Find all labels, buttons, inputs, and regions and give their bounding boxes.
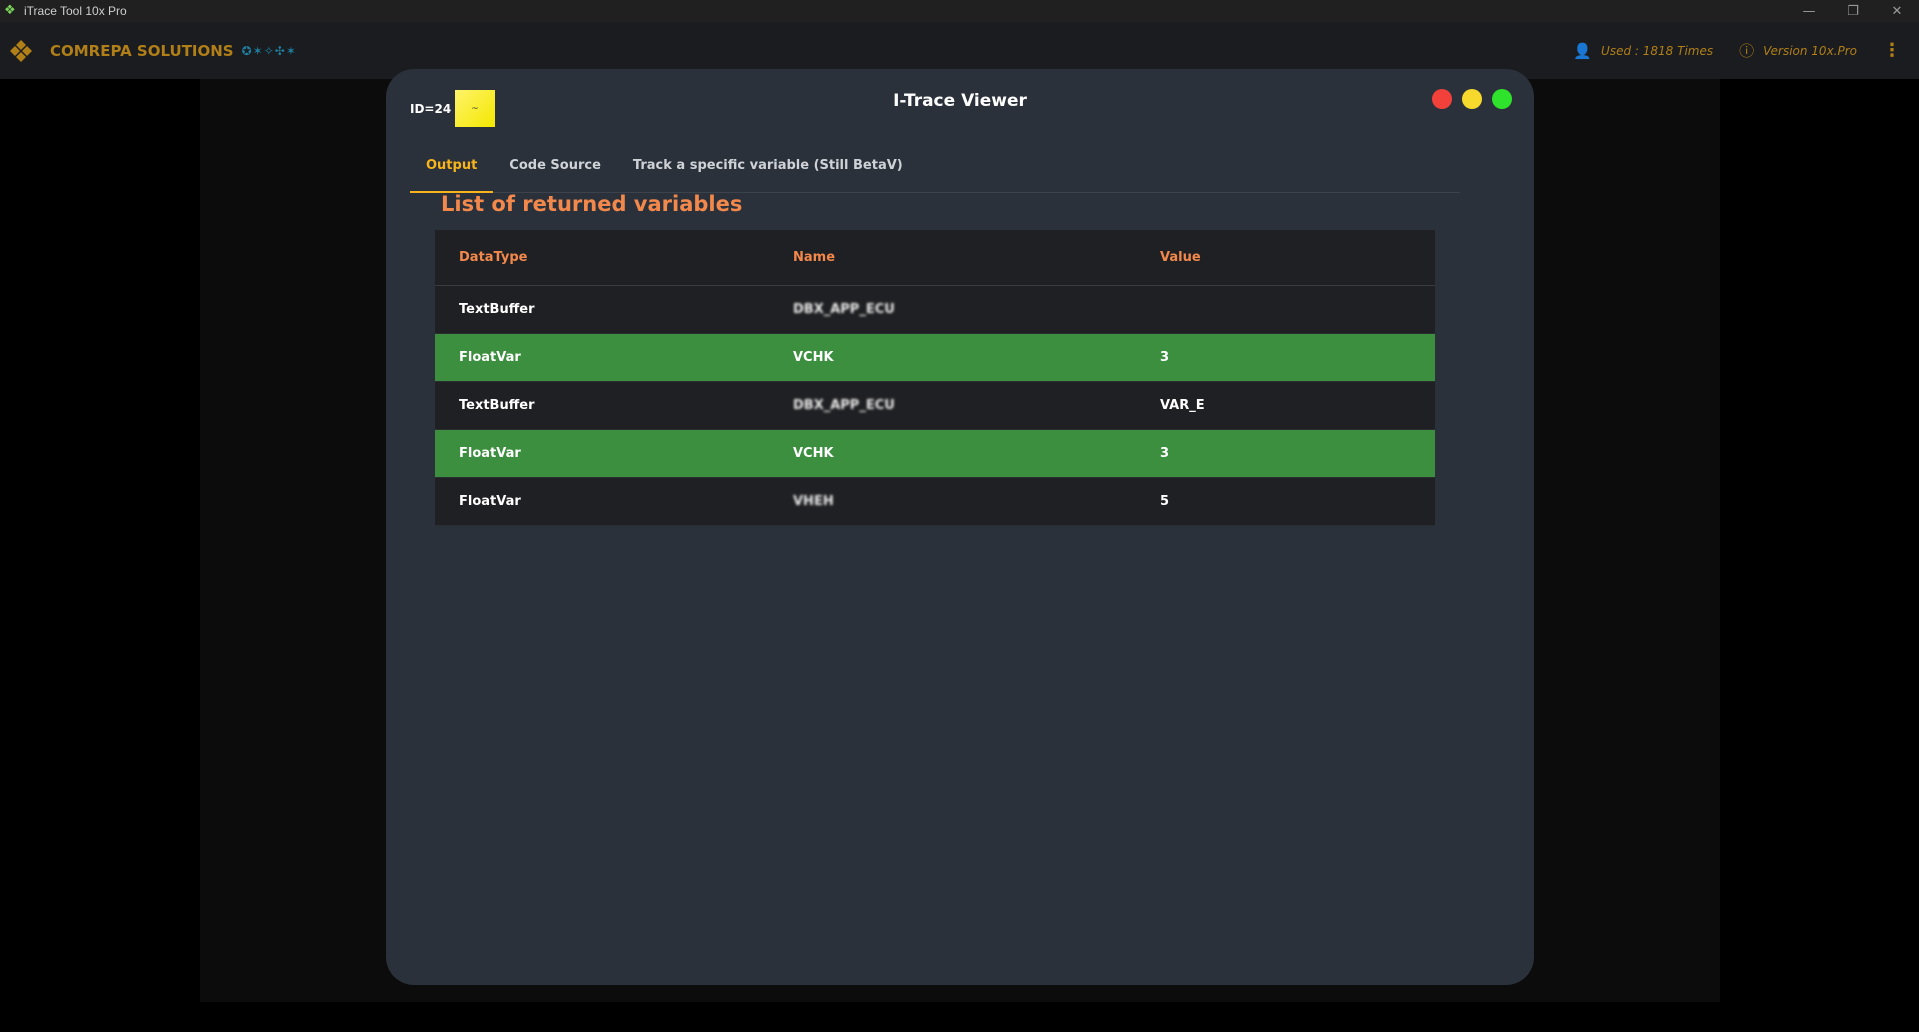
table-row[interactable]: TextBuffer DBX_APP_ECU VAR_E xyxy=(435,382,1435,430)
info-icon: ⓘ xyxy=(1739,42,1755,60)
minimize-button[interactable]: — xyxy=(1787,0,1831,22)
cell-datatype: FloatVar xyxy=(459,494,521,509)
table-row[interactable]: FloatVar VHEH 5 xyxy=(435,478,1435,526)
restore-button[interactable]: ❐ xyxy=(1831,0,1875,22)
cell-name: VHEH xyxy=(793,494,834,509)
window-controls: — ❐ ✕ xyxy=(1787,0,1919,22)
cell-datatype: FloatVar xyxy=(459,446,521,461)
viewer-title: I-Trace Viewer xyxy=(893,91,1027,111)
variables-table: DataType Name Value TextBuffer DBX_APP_E… xyxy=(435,230,1435,526)
brand-logo-icon xyxy=(10,39,32,62)
column-header-datatype[interactable]: DataType xyxy=(435,250,769,265)
cell-datatype: FloatVar xyxy=(459,350,521,365)
column-header-value[interactable]: Value xyxy=(1136,250,1435,265)
window-dots xyxy=(1422,89,1512,109)
table-row[interactable]: FloatVar VCHK 3 xyxy=(435,334,1435,382)
cell-name: VCHK xyxy=(793,446,834,461)
minimize-dot-button[interactable] xyxy=(1462,89,1482,109)
close-dot-button[interactable] xyxy=(1432,89,1452,109)
more-menu-icon[interactable]: ⋮ xyxy=(1883,40,1901,61)
brand-name: COMREPA SOLUTIONS xyxy=(50,41,234,60)
cell-value: VAR_E xyxy=(1160,398,1205,413)
close-button[interactable]: ✕ xyxy=(1875,0,1919,22)
brand-stars: ✪✶✧✣✶ xyxy=(241,43,297,58)
tab-output[interactable]: Output xyxy=(410,153,494,193)
cell-value: 3 xyxy=(1160,350,1170,365)
user-icon: 👤 xyxy=(1573,41,1593,60)
version-info: ⓘ Version 10x.Pro xyxy=(1739,40,1857,61)
cell-datatype: TextBuffer xyxy=(459,302,535,317)
maximize-dot-button[interactable] xyxy=(1492,89,1512,109)
app-icon: ❖ xyxy=(4,3,16,18)
table-row[interactable]: TextBuffer DBX_APP_ECU xyxy=(435,286,1435,334)
cell-name: VCHK xyxy=(793,350,834,365)
cell-value: 5 xyxy=(1160,494,1170,509)
table-row[interactable]: FloatVar VCHK 3 xyxy=(435,430,1435,478)
cell-name: DBX_APP_ECU xyxy=(793,398,895,413)
usage-counter: 👤 Used : 1818 Times xyxy=(1573,42,1713,60)
cell-datatype: TextBuffer xyxy=(459,398,535,413)
viewer-tabs: Output Code Source Track a specific vari… xyxy=(410,153,1460,193)
cell-name: DBX_APP_ECU xyxy=(793,302,895,317)
trace-viewer-dialog: ID=24 ~ I-Trace Viewer Output Code Sourc… xyxy=(386,69,1534,985)
window-titlebar: ❖ iTrace Tool 10x Pro — ❐ ✕ xyxy=(0,0,1919,22)
column-header-name[interactable]: Name xyxy=(769,250,1136,265)
cell-value: 3 xyxy=(1160,446,1170,461)
tab-track-variable[interactable]: Track a specific variable (Still BetaV) xyxy=(617,153,919,191)
section-title: List of returned variables xyxy=(441,192,743,216)
usage-text: Used : 1818 Times xyxy=(1601,43,1714,58)
table-header-row: DataType Name Value xyxy=(435,230,1435,286)
version-text: Version 10x.Pro xyxy=(1763,43,1857,58)
window-title: iTrace Tool 10x Pro xyxy=(24,4,127,18)
tab-code-source[interactable]: Code Source xyxy=(493,153,617,191)
